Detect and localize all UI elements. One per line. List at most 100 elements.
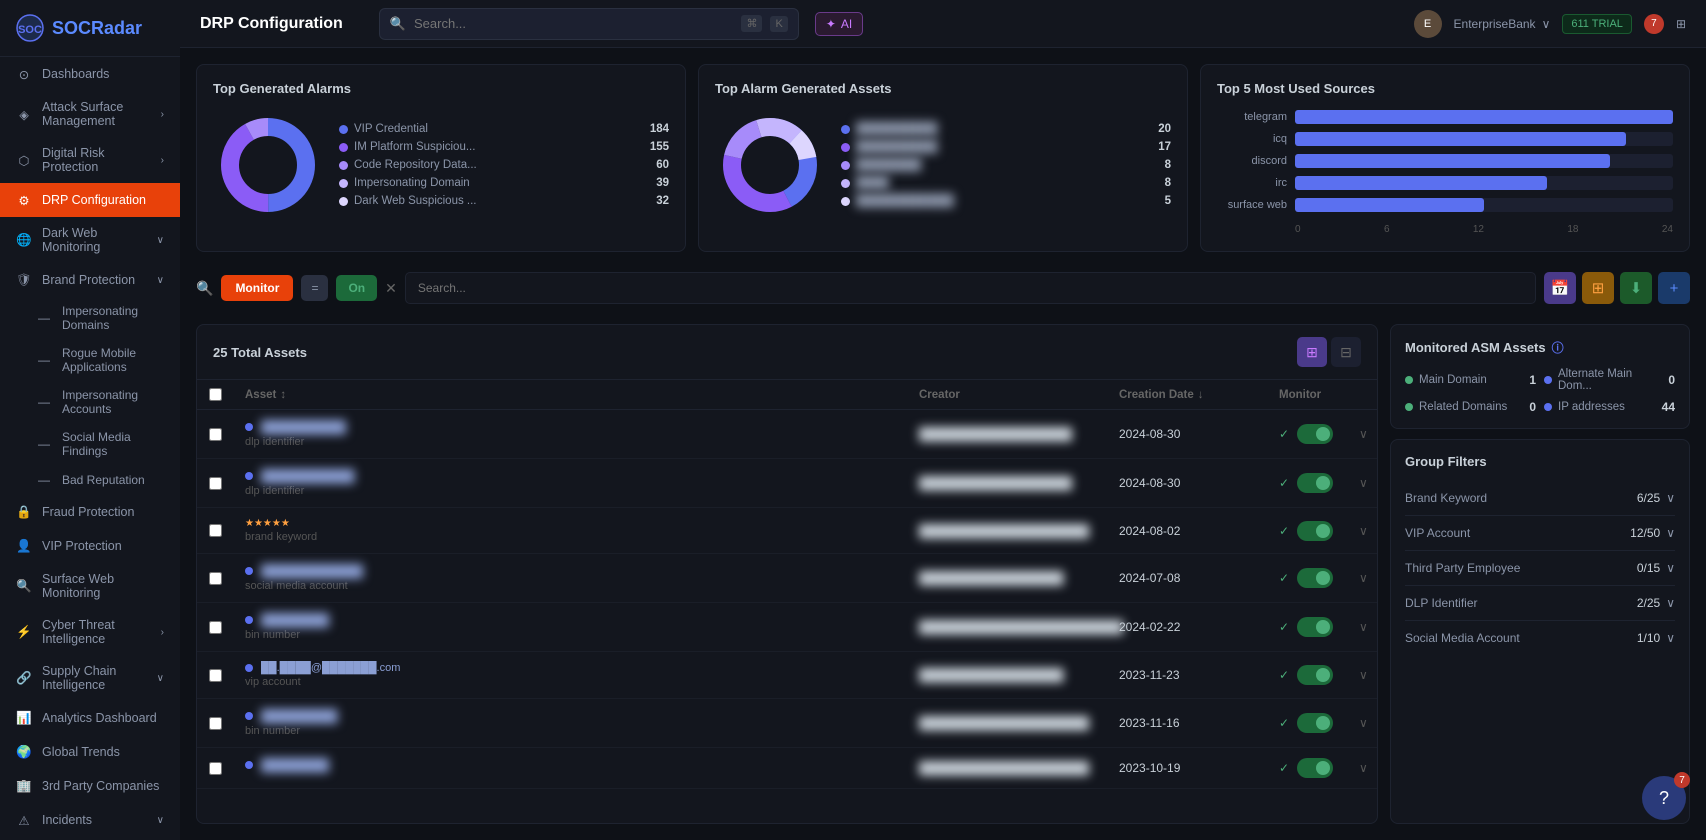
row-checkbox[interactable] <box>209 621 222 634</box>
cell-monitor[interactable]: ✓ <box>1267 603 1347 651</box>
sidebar-item-dark-web[interactable]: 🌐 Dark Web Monitoring ∨ <box>0 217 180 263</box>
filter-search-input[interactable] <box>405 272 1536 304</box>
monitor-toggle[interactable] <box>1297 568 1333 588</box>
cell-monitor[interactable]: ✓ <box>1267 748 1347 788</box>
gf-item-vip-account[interactable]: VIP Account 12/50 ∨ <box>1405 516 1675 551</box>
gf-item-dlp[interactable]: DLP Identifier 2/25 ∨ <box>1405 586 1675 621</box>
cell-checkbox[interactable] <box>197 603 233 651</box>
monitor-toggle[interactable] <box>1297 758 1333 778</box>
select-all-checkbox[interactable] <box>209 388 222 401</box>
cell-expand[interactable]: ∨ <box>1347 554 1377 602</box>
row-checkbox[interactable] <box>209 669 222 682</box>
cell-expand[interactable]: ∨ <box>1347 410 1377 458</box>
sidebar-item-imp-accounts[interactable]: — Impersonating Accounts <box>28 381 180 423</box>
row-checkbox[interactable] <box>209 717 222 730</box>
search-bar[interactable]: 🔍 ⌘ K <box>379 8 799 40</box>
cell-checkbox[interactable] <box>197 699 233 747</box>
sidebar-item-vip[interactable]: 👤 VIP Protection <box>0 529 180 563</box>
equals-filter-button[interactable]: = <box>301 275 328 301</box>
cell-checkbox[interactable] <box>197 554 233 602</box>
sidebar-item-attack-surface[interactable]: ◈ Attack Surface Management › <box>0 91 180 137</box>
logo[interactable]: SOC SOCRadar <box>0 0 180 57</box>
cell-expand[interactable]: ∨ <box>1347 459 1377 507</box>
sidebar-item-social-media[interactable]: — Social Media Findings <box>28 423 180 465</box>
sidebar-item-surface-web[interactable]: 🔍 Surface Web Monitoring <box>0 563 180 609</box>
expand-icon[interactable]: ∨ <box>1359 761 1368 775</box>
support-bubble[interactable]: ? 7 <box>1642 776 1686 820</box>
notification-badge[interactable]: 7 <box>1644 14 1664 34</box>
cell-checkbox[interactable] <box>197 410 233 458</box>
calendar-filter-button[interactable]: 📅 <box>1544 272 1576 304</box>
expand-icon[interactable]: ∨ <box>1359 524 1368 538</box>
filter-view-button[interactable]: ⊟ <box>1331 337 1361 367</box>
cell-monitor[interactable]: ✓ <box>1267 459 1347 507</box>
add-button[interactable]: + <box>1658 272 1690 304</box>
row-checkbox[interactable] <box>209 762 222 775</box>
col-asset[interactable]: Asset ↕ <box>233 380 907 410</box>
col-creator[interactable]: Creator <box>907 380 1107 410</box>
bar-fill <box>1295 176 1547 190</box>
cell-checkbox[interactable] <box>197 459 233 507</box>
monitor-toggle[interactable] <box>1297 617 1333 637</box>
rogue-mobile-icon: — <box>36 352 52 368</box>
col-creation-date[interactable]: Creation Date ↓ <box>1107 380 1267 410</box>
sidebar-item-incidents[interactable]: ⚠ Incidents ∨ <box>0 803 180 837</box>
cell-monitor[interactable]: ✓ <box>1267 410 1347 458</box>
download-button[interactable]: ⬇ <box>1620 272 1652 304</box>
monitor-toggle[interactable] <box>1297 424 1333 444</box>
cell-expand[interactable]: ∨ <box>1347 748 1377 788</box>
monitor-toggle[interactable] <box>1297 521 1333 541</box>
user-menu-btn[interactable]: ⊞ <box>1676 17 1686 31</box>
sidebar-item-dashboards[interactable]: ⊙ Dashboards <box>0 57 180 91</box>
expand-icon[interactable]: ∨ <box>1359 427 1368 441</box>
cell-checkbox[interactable] <box>197 748 233 788</box>
monitor-filter-button[interactable]: Monitor <box>221 275 293 301</box>
ai-button[interactable]: ✦ AI <box>815 12 863 36</box>
sidebar-item-3rdparty[interactable]: 🏢 3rd Party Companies <box>0 769 180 803</box>
cell-expand[interactable]: ∨ <box>1347 652 1377 698</box>
sort-filter-button[interactable]: ⊞ <box>1582 272 1614 304</box>
sidebar-item-drp-config[interactable]: ⚙ DRP Configuration <box>0 183 180 217</box>
monitor-toggle[interactable] <box>1297 665 1333 685</box>
expand-icon[interactable]: ∨ <box>1359 571 1368 585</box>
cell-checkbox[interactable] <box>197 508 233 553</box>
cell-expand[interactable]: ∨ <box>1347 603 1377 651</box>
sidebar-item-global-trends[interactable]: 🌍 Global Trends <box>0 735 180 769</box>
grid-view-button[interactable]: ⊞ <box>1297 337 1327 367</box>
cell-checkbox[interactable] <box>197 652 233 698</box>
sidebar-item-supply-chain[interactable]: 🔗 Supply Chain Intelligence ∨ <box>0 655 180 701</box>
sidebar-item-digital-risk[interactable]: ⬡ Digital Risk Protection › <box>0 137 180 183</box>
cell-expand[interactable]: ∨ <box>1347 699 1377 747</box>
sidebar-item-fraud[interactable]: 🔒 Fraud Protection <box>0 495 180 529</box>
axis-24: 24 <box>1662 224 1673 235</box>
expand-icon[interactable]: ∨ <box>1359 620 1368 634</box>
gf-item-brand-keyword[interactable]: Brand Keyword 6/25 ∨ <box>1405 481 1675 516</box>
cell-expand[interactable]: ∨ <box>1347 508 1377 553</box>
user-info[interactable]: EnterpriseBank ∨ <box>1454 17 1551 31</box>
row-checkbox[interactable] <box>209 477 222 490</box>
sidebar-item-brand-protection[interactable]: 🛡 Brand Protection ∨ <box>0 263 180 297</box>
expand-icon[interactable]: ∨ <box>1359 476 1368 490</box>
cell-monitor[interactable]: ✓ <box>1267 652 1347 698</box>
asset-name: ████████ <box>261 613 329 627</box>
sidebar-item-analytics[interactable]: 📊 Analytics Dashboard <box>0 701 180 735</box>
expand-icon[interactable]: ∨ <box>1359 668 1368 682</box>
sidebar-item-cyber-threat[interactable]: ⚡ Cyber Threat Intelligence › <box>0 609 180 655</box>
cell-monitor[interactable]: ✓ <box>1267 699 1347 747</box>
row-checkbox[interactable] <box>209 572 222 585</box>
clear-filter-button[interactable]: ✕ <box>385 280 397 297</box>
cell-monitor[interactable]: ✓ <box>1267 554 1347 602</box>
gf-item-third-party[interactable]: Third Party Employee 0/15 ∨ <box>1405 551 1675 586</box>
monitor-toggle[interactable] <box>1297 713 1333 733</box>
expand-icon[interactable]: ∨ <box>1359 716 1368 730</box>
gf-item-social-media-account[interactable]: Social Media Account 1/10 ∨ <box>1405 621 1675 655</box>
on-filter-button[interactable]: On <box>336 275 377 301</box>
sidebar-item-imp-domains[interactable]: — Impersonating Domains <box>28 297 180 339</box>
cell-monitor[interactable]: ✓ <box>1267 508 1347 553</box>
search-input[interactable] <box>414 16 733 31</box>
row-checkbox[interactable] <box>209 524 222 537</box>
sidebar-item-rogue-mobile[interactable]: — Rogue Mobile Applications <box>28 339 180 381</box>
row-checkbox[interactable] <box>209 428 222 441</box>
monitor-toggle[interactable] <box>1297 473 1333 493</box>
sidebar-item-bad-rep[interactable]: — Bad Reputation <box>28 465 180 495</box>
